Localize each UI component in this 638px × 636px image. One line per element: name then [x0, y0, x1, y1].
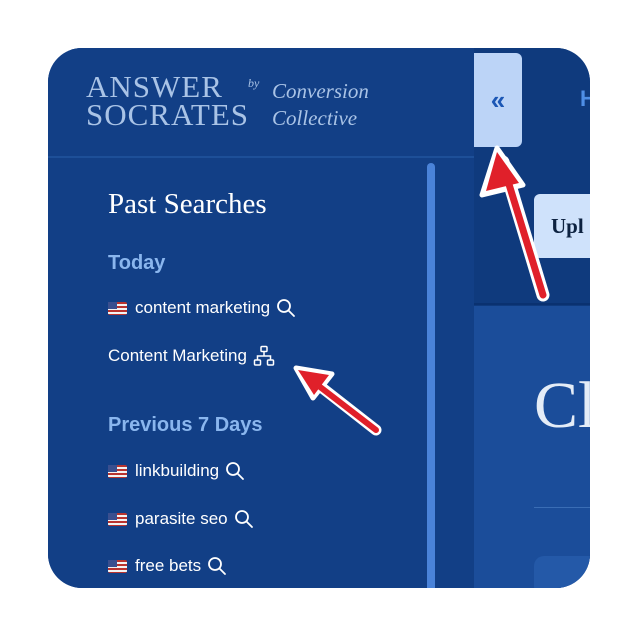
collapse-sidebar-button[interactable]: «: [474, 53, 522, 147]
top-nav-link[interactable]: H: [580, 86, 590, 112]
past-search-label: Content Marketing: [108, 346, 247, 365]
past-search-label: content marketing: [135, 298, 271, 317]
sidebar-header-divider: [48, 156, 474, 158]
sidebar-scrollbar[interactable]: [427, 163, 435, 588]
us-flag-icon: [108, 301, 127, 315]
group-title-previous-7-days: Previous 7 Days: [108, 414, 263, 436]
search-icon[interactable]: [225, 461, 245, 481]
upload-button[interactable]: Upl: [534, 194, 590, 258]
past-search-label: linkbuilding: [135, 461, 220, 480]
past-search-label: free bets: [135, 556, 202, 575]
us-flag-icon: [108, 464, 127, 478]
sitemap-icon[interactable]: [253, 345, 275, 367]
past-search-item[interactable]: free bets: [108, 553, 227, 579]
past-search-item[interactable]: linkbuilding: [108, 458, 245, 484]
double-chevron-left-icon: «: [490, 84, 506, 115]
past-searches-heading: Past Searches: [108, 188, 267, 220]
past-search-item[interactable]: parasite seo: [108, 506, 254, 532]
app-window: ANSWER SOCRATES by Conversion Collective…: [48, 48, 590, 588]
logo-by-text: by: [248, 76, 260, 90]
us-flag-icon: [108, 512, 127, 526]
content-panel: [474, 306, 590, 588]
past-search-label: parasite seo: [135, 509, 228, 528]
search-icon[interactable]: [276, 298, 296, 318]
logo-partner-line2: Collective: [272, 106, 358, 130]
sidebar: ANSWER SOCRATES by Conversion Collective…: [48, 48, 474, 588]
search-icon[interactable]: [234, 509, 254, 529]
content-card: [534, 556, 590, 588]
search-icon[interactable]: [207, 556, 227, 576]
main-heading: Cl: [534, 369, 590, 442]
panel-divider: [534, 507, 590, 508]
logo-partner-line1: Conversion: [272, 79, 369, 103]
group-title-today: Today: [108, 252, 166, 274]
past-search-item[interactable]: content marketing: [108, 295, 296, 321]
main-divider: [474, 303, 590, 305]
us-flag-icon: [108, 559, 127, 573]
past-search-item[interactable]: Content Marketing: [108, 343, 275, 369]
logo-socrates-text: SOCRATES: [86, 97, 250, 132]
